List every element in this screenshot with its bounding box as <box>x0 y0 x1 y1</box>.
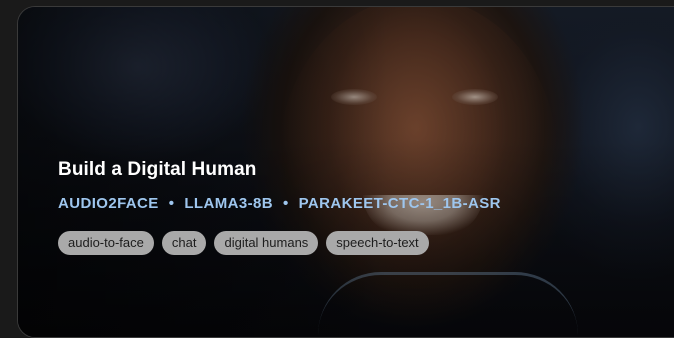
model-name: PARAKEET-CTC-1_1B-ASR <box>298 195 501 212</box>
card-title: Build a Digital Human <box>58 159 257 180</box>
card-content: Build a Digital Human AUDIO2FACE • LLAMA… <box>58 159 501 255</box>
tag-chip[interactable]: audio-to-face <box>58 231 154 255</box>
tag-list: audio-to-face chat digital humans speech… <box>58 231 501 255</box>
model-separator: • <box>168 195 175 212</box>
model-name: AUDIO2FACE <box>58 195 159 212</box>
tag-chip[interactable]: digital humans <box>214 231 319 255</box>
tag-chip[interactable]: chat <box>161 231 207 255</box>
model-name: LLAMA3-8B <box>184 195 273 212</box>
tag-chip[interactable]: speech-to-text <box>326 231 429 255</box>
model-separator: • <box>282 195 289 212</box>
blueprint-card[interactable]: Build a Digital Human AUDIO2FACE • LLAMA… <box>17 6 674 338</box>
model-list: AUDIO2FACE • LLAMA3-8B • PARAKEET-CTC-1_… <box>58 195 501 212</box>
